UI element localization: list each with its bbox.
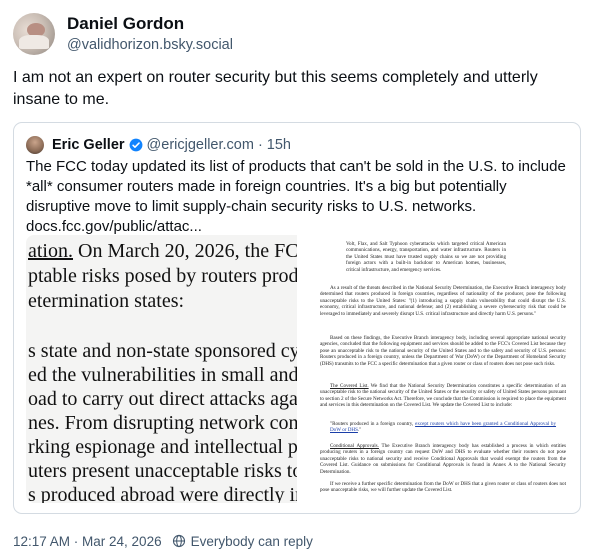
quoted-avatar[interactable] [26,136,44,154]
quoted-post-text: The FCC today updated its list of produc… [26,158,566,235]
doc-line: s produced abroad were directly im [28,484,297,503]
doc-line: ed the vulnerabilities in small and [28,364,297,386]
doc-line: rking espionage and intellectual p [28,436,297,458]
document-image-left[interactable]: ation. On March 20, 2026, the FCC ptable… [26,235,297,503]
doc-line: nes. From disrupting network con [28,412,297,434]
doc-line: ptable risks posed by routers produ [28,265,297,287]
doc-paragraph: Volt, Flax, and Salt Typhoon cyberattack… [346,241,506,273]
doc-line: s state and non-state sponsored cyb [28,340,297,362]
reply-setting[interactable]: Everybody can reply [191,534,313,549]
doc-line: etermination states: [28,290,185,312]
post-header: Daniel Gordon @validhorizon.bsky.social [13,12,233,56]
separator-dot: · [257,137,263,153]
post-footer: 12:17 AM · Mar 24, 2026 Everybody can re… [13,531,313,551]
globe-icon [172,534,185,548]
doc-paragraph: If we receive a further specific determi… [320,481,566,494]
doc-paragraph: Conditional Approvals. The Executive Bra… [320,443,566,475]
doc-paragraph: As a result of the threats described in … [320,285,566,317]
doc-text: ." [357,427,362,434]
doc-paragraph: The Covered List. We find that the Natio… [320,383,566,409]
doc-line: uters present unacceptable risks to [28,460,297,482]
author-handle[interactable]: @validhorizon.bsky.social [67,35,233,55]
quoted-post-header: Eric Geller @ericjgeller.com · 15h [26,135,291,155]
avatar[interactable] [13,13,55,55]
author-block: Daniel Gordon @validhorizon.bsky.social [67,13,233,55]
doc-line: oad to carry out direct attacks agai [28,388,297,410]
quoted-author-handle[interactable]: @ericjgeller.com [147,137,254,153]
post-timestamp[interactable]: 12:17 AM · Mar 24, 2026 [13,534,162,549]
doc-line: ation. On March 20, 2026, the FCC [28,239,297,263]
doc-line-underlined: ation. [28,240,73,262]
verified-badge-icon [129,138,142,152]
document-image-right[interactable]: Volt, Flax, and Salt Typhoon cyberattack… [300,235,569,503]
quoted-post[interactable]: Eric Geller @ericjgeller.com · 15h The F… [13,122,581,514]
image-gallery: ation. On March 20, 2026, the FCC ptable… [26,235,569,503]
doc-paragraph: Based on these findings, the Executive B… [320,335,566,367]
quoted-post-time[interactable]: 15h [267,137,291,153]
author-display-name[interactable]: Daniel Gordon [67,13,233,35]
quoted-author-name[interactable]: Eric Geller [52,137,125,153]
doc-line-rest: On March 20, 2026, the FCC [73,240,297,262]
doc-paragraph: "Routers produced in a foreign country, … [330,421,556,434]
doc-text: "Routers produced in a foreign country, [330,421,416,427]
post-text: I am not an expert on router security bu… [13,69,538,108]
